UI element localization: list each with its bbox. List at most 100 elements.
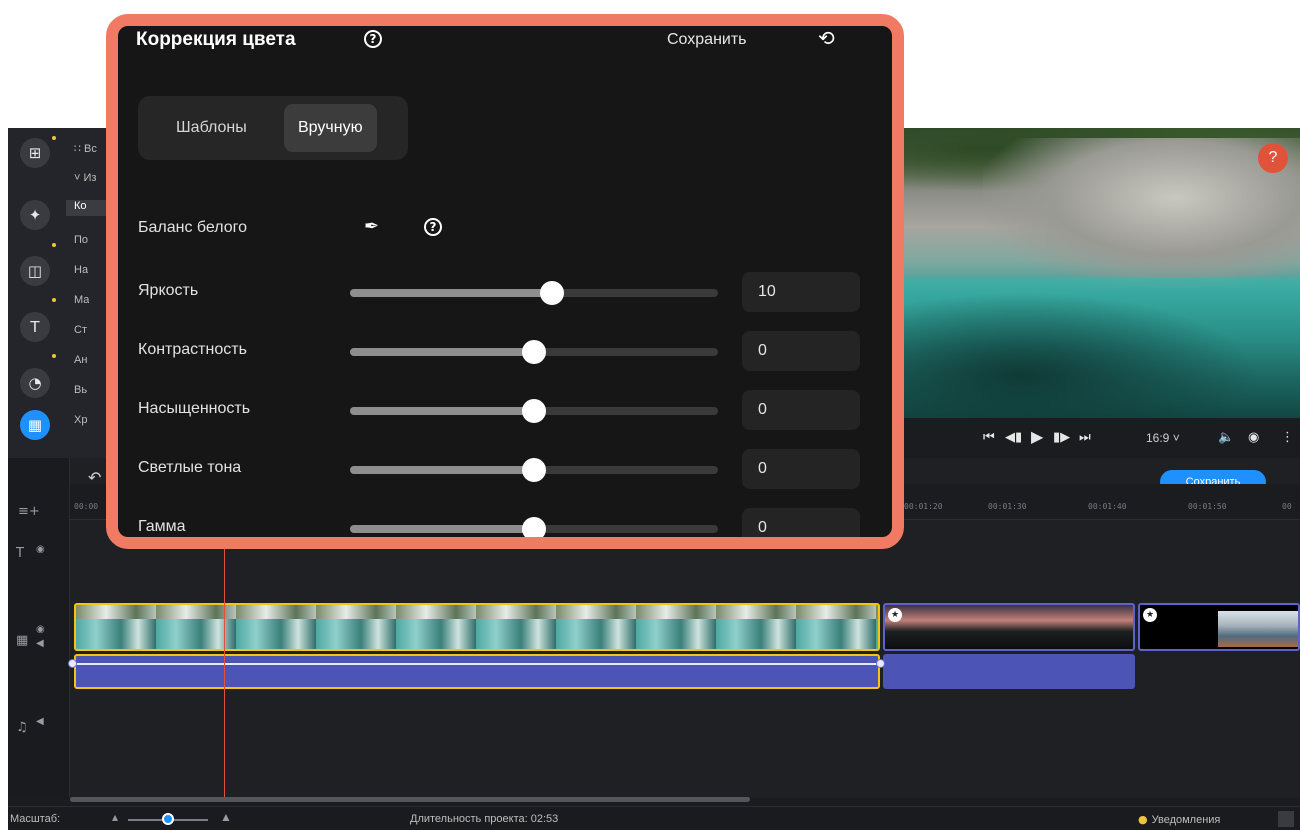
category-item[interactable]: Хр [74, 414, 87, 430]
project-duration: Длительность проекта: 02:53 [410, 813, 559, 825]
notifications-button[interactable]: ● Уведомления [1138, 813, 1220, 826]
track-headers: ≡+ T ◉ ▦ ◉ ◀ ♫ ◀ [8, 458, 70, 798]
titles-icon[interactable]: T [20, 312, 50, 342]
tick-label: 00 [1282, 502, 1292, 511]
slider-fill [350, 525, 534, 533]
help-icon[interactable]: ? [424, 218, 442, 236]
contrast-value-field[interactable]: 0 [742, 331, 860, 371]
visibility-icon[interactable]: ◉ [36, 544, 45, 555]
help-icon[interactable]: ? [364, 30, 382, 48]
highlights-value-field[interactable]: 0 [742, 449, 860, 489]
tab-templates[interactable]: Шаблоны [162, 104, 261, 152]
new-badge [52, 298, 56, 302]
bell-icon: ● [1138, 813, 1148, 826]
gamma-slider[interactable] [350, 517, 718, 537]
slider-fill [350, 466, 534, 474]
volume-keyframe[interactable] [68, 659, 77, 668]
preview-water [903, 278, 1300, 418]
transitions-icon[interactable]: ◫ [20, 256, 50, 286]
category-item[interactable]: Вь [74, 384, 87, 400]
gamma-value-field[interactable]: 0 [742, 508, 860, 537]
highlights-slider[interactable] [350, 458, 718, 482]
slider-thumb[interactable] [522, 340, 546, 364]
eyedropper-icon[interactable]: ✒ [364, 216, 379, 237]
contrast-slider[interactable] [350, 340, 718, 364]
category-item[interactable]: ˅ Из [74, 172, 96, 188]
reset-icon[interactable]: ⟲ [818, 26, 835, 50]
status-bar: Масштаб: ▴ ▲ Длительность проекта: 02:53… [8, 806, 1300, 830]
video-track-icon: ▦ [16, 633, 29, 648]
highlights-label: Светлые тона [138, 459, 242, 476]
skip-end-icon[interactable]: ⏭ [1079, 430, 1091, 445]
new-badge [52, 243, 56, 247]
left-toolbar: ⊞ ✦ ◫ T ◔ ▦ [8, 128, 66, 458]
notifications-label: Уведомления [1151, 813, 1221, 826]
text-track-icon: T [16, 546, 24, 561]
snapshot-icon[interactable]: ◉ [1248, 430, 1259, 445]
audio-clip[interactable] [74, 654, 880, 689]
visibility-icon[interactable]: ◉ [36, 624, 45, 635]
gamma-label: Гамма [138, 518, 186, 535]
add-track-icon[interactable]: ≡+ [18, 504, 40, 519]
category-item[interactable]: Ст [74, 324, 87, 340]
zoom-out-icon[interactable]: ▴ [112, 810, 118, 824]
save-button[interactable]: Сохранить [667, 31, 747, 49]
layout-toggle-icon[interactable] [1278, 811, 1294, 827]
slider-fill [350, 407, 534, 415]
mute-icon[interactable]: ◀ [36, 638, 44, 649]
brightness-slider[interactable] [350, 281, 718, 305]
video-clip[interactable]: ★ [883, 603, 1135, 651]
audio-clip[interactable] [883, 654, 1135, 689]
volume-icon[interactable]: 🔈 [1218, 430, 1234, 445]
slider-thumb[interactable] [522, 458, 546, 482]
video-clip[interactable] [74, 603, 880, 651]
category-item[interactable]: Ма [74, 294, 89, 310]
brightness-value-field[interactable]: 10 [742, 272, 860, 312]
tick-label: 00:01:50 [1188, 502, 1227, 511]
aspect-ratio-select[interactable]: 16:9 ˅ [1146, 431, 1180, 445]
color-correction-panel: Коррекция цвета ? Сохранить ⟲ Шаблоны Вр… [106, 14, 904, 549]
slider-thumb[interactable] [522, 517, 546, 537]
zoom-slider-thumb[interactable] [162, 813, 174, 825]
stickers-icon[interactable]: ◔ [20, 368, 50, 398]
category-item[interactable]: Ан [74, 354, 87, 370]
timeline-scrollbar[interactable] [70, 797, 750, 802]
skip-start-icon[interactable]: ⏮ [983, 430, 995, 445]
tick-label: 00:01:40 [1088, 502, 1127, 511]
step-forward-icon[interactable]: ▮▶ [1053, 430, 1070, 445]
more-menu-icon[interactable]: ⋮ [1281, 430, 1294, 445]
preview-cliff [983, 138, 1300, 288]
volume-keyframe[interactable] [876, 659, 885, 668]
brightness-label: Яркость [138, 282, 199, 299]
import-icon[interactable]: ⊞ [20, 138, 50, 168]
video-clip[interactable]: ★ [1138, 603, 1300, 651]
slider-fill [350, 289, 553, 297]
star-icon: ★ [888, 608, 902, 622]
help-button[interactable]: ? [1258, 143, 1288, 173]
mode-tabs: Шаблоны Вручную [138, 96, 408, 160]
saturation-slider[interactable] [350, 399, 718, 423]
play-icon[interactable]: ▶ [1031, 427, 1043, 446]
saturation-value-field[interactable]: 0 [742, 390, 860, 430]
tick-label: 00:01:30 [988, 502, 1027, 511]
slider-thumb[interactable] [522, 399, 546, 423]
contrast-label: Контрастность [138, 341, 247, 358]
playhead[interactable] [224, 520, 225, 798]
category-item[interactable]: ∷ Вс [74, 142, 97, 158]
category-item[interactable]: На [74, 264, 88, 280]
step-back-icon[interactable]: ◀▮ [1005, 430, 1022, 445]
tab-manual[interactable]: Вручную [284, 104, 377, 152]
audio-track-icon: ♫ [16, 720, 28, 735]
zoom-in-icon[interactable]: ▲ [220, 810, 232, 824]
slider-fill [350, 348, 534, 356]
magic-wand-icon[interactable]: ✦ [20, 200, 50, 230]
mute-icon[interactable]: ◀ [36, 716, 44, 727]
video-preview[interactable] [903, 128, 1300, 418]
white-balance-label: Баланс белого [138, 219, 248, 236]
category-item[interactable]: По [74, 234, 88, 250]
slider-thumb[interactable] [540, 281, 565, 305]
tick-label: 00:01:20 [904, 502, 943, 511]
more-tools-icon[interactable]: ▦ [20, 410, 50, 440]
clip-thumbnails [76, 605, 878, 619]
volume-line[interactable] [72, 663, 882, 665]
